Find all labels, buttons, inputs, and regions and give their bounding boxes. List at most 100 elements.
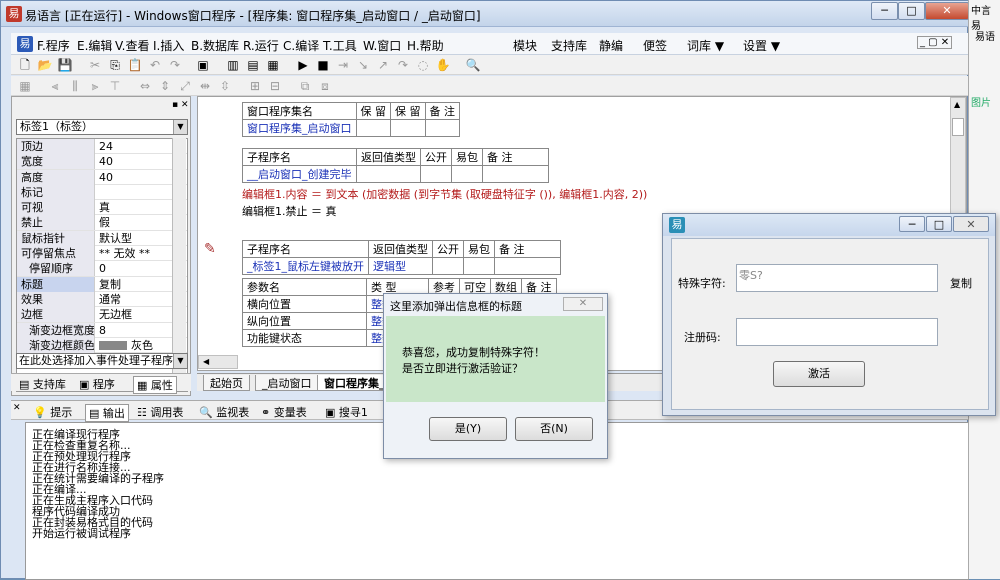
split-icon[interactable]: ▤ <box>245 57 261 73</box>
property-row[interactable]: 禁止假 <box>17 215 187 231</box>
breakpoint-icon[interactable]: ◌ <box>415 57 431 73</box>
property-value[interactable]: ** 无效 ** <box>99 246 150 261</box>
param-name[interactable]: 横向位置 <box>242 295 367 313</box>
center-h-icon[interactable]: ⊞ <box>247 78 263 94</box>
save-icon[interactable]: 💾 <box>57 57 73 73</box>
minimize-button[interactable]: ─ <box>871 2 898 20</box>
menu-window[interactable]: W.窗口 <box>363 37 401 54</box>
property-value[interactable]: 复制 <box>99 277 121 292</box>
tab-start-page[interactable]: 起始页 <box>203 375 250 391</box>
same-height-icon[interactable]: ⇕ <box>157 78 173 94</box>
stop-icon[interactable]: ■ <box>315 57 331 73</box>
menu-program[interactable]: F.程序 <box>37 37 70 54</box>
menu-run[interactable]: R.运行 <box>243 37 279 54</box>
tab-program[interactable]: ▣ 程序 <box>79 376 115 392</box>
message-box-close-button[interactable]: ✕ <box>563 297 603 311</box>
special-char-field[interactable]: 零S? <box>736 264 938 292</box>
copy-label[interactable]: 复制 <box>950 275 972 291</box>
center-v-icon[interactable]: ⊟ <box>267 78 283 94</box>
property-value[interactable]: 灰色 <box>131 338 153 353</box>
step-out-icon[interactable]: ↗ <box>375 57 391 73</box>
table-cell[interactable] <box>420 165 452 183</box>
subroutine-name[interactable]: _标签1_鼠标左键被放开 <box>242 257 369 275</box>
table-cell[interactable] <box>432 257 464 275</box>
property-row[interactable]: 停留顺序 0 <box>17 261 187 277</box>
table-cell[interactable] <box>356 165 421 183</box>
new-file-icon[interactable]: 🗋 <box>17 57 33 73</box>
menu-view[interactable]: V.查看 <box>115 37 149 54</box>
layout-icon[interactable]: ▥ <box>225 57 241 73</box>
menu-lexicon[interactable]: 词库 ▼ <box>687 37 724 54</box>
tab-search[interactable]: ▣ 搜寻1 <box>325 404 368 420</box>
tab-variables[interactable]: ⚭ 变量表 <box>261 404 307 420</box>
same-width-icon[interactable]: ⇔ <box>137 78 153 94</box>
code-line-1[interactable]: 编辑框1.内容 ＝ 到文本 (加密数据 (到字节集 (取硬盘特征字 ()), 编… <box>242 186 647 202</box>
scroll-left-icon[interactable]: ◀ <box>203 357 209 366</box>
menu-support-lib[interactable]: 支持库 <box>551 37 587 54</box>
close-button[interactable]: ✕ <box>925 2 969 20</box>
assembly-name[interactable]: 窗口程序集_启动窗口 <box>242 119 357 137</box>
tab-properties[interactable]: ▦ 属性 <box>133 376 177 394</box>
panel-close-icon[interactable]: ✕ <box>13 403 21 413</box>
open-folder-icon[interactable]: 📂 <box>37 57 53 73</box>
table-cell[interactable] <box>424 119 460 137</box>
no-button[interactable]: 否(N) <box>515 417 593 441</box>
table-cell[interactable] <box>451 165 483 183</box>
property-row[interactable]: 宽度 40 <box>17 154 187 170</box>
registration-title-bar[interactable]: 易 ─ □ ✕ <box>663 214 995 236</box>
tab-call-stack[interactable]: ☷ 调用表 <box>137 404 183 420</box>
property-scrollbar[interactable] <box>172 138 186 374</box>
maximize-button[interactable]: □ <box>926 216 952 232</box>
menu-insert[interactable]: I.插入 <box>153 37 184 54</box>
app-menu-icon[interactable]: 易 <box>17 36 33 52</box>
param-name[interactable]: 纵向位置 <box>242 312 367 330</box>
editor-hscrollbar[interactable]: ◀ <box>198 355 238 369</box>
preview-icon[interactable]: ▣ <box>195 57 211 73</box>
step-in-icon[interactable]: ↘ <box>355 57 371 73</box>
chevron-down-icon[interactable]: ▼ <box>173 120 187 134</box>
scroll-thumb[interactable] <box>952 118 964 136</box>
return-type[interactable]: 逻辑型 <box>368 257 433 275</box>
minimize-button[interactable]: ─ <box>899 216 925 232</box>
property-row[interactable]: 边框 无边框 <box>17 307 187 323</box>
property-value[interactable]: 默认型 <box>99 231 132 246</box>
property-row[interactable]: 标题 复制 <box>17 276 187 292</box>
menu-static-compile[interactable]: 静编 <box>599 37 623 54</box>
copy-icon[interactable]: ⎘ <box>107 57 123 73</box>
property-value[interactable]: 假 <box>99 215 110 230</box>
menu-edit[interactable]: E.编辑 <box>77 37 112 54</box>
order-front-icon[interactable]: ⧉ <box>297 78 313 94</box>
mdi-controls[interactable]: _ ▢ ✕ <box>917 36 953 49</box>
menu-database[interactable]: B.数据库 <box>191 37 239 54</box>
tab-output[interactable]: ▤ 输出 <box>85 404 129 422</box>
hand-icon[interactable]: ✋ <box>435 57 451 73</box>
tab-hint[interactable]: 💡 提示 <box>33 404 72 420</box>
close-button[interactable]: ✕ <box>953 216 989 232</box>
paste-icon[interactable]: 📋 <box>127 57 143 73</box>
property-value[interactable]: 通常 <box>99 292 121 307</box>
registration-code-field[interactable] <box>736 318 938 346</box>
align-left-icon[interactable]: ⫷ <box>47 78 63 94</box>
tab-assembly[interactable]: 窗口程序集_ <box>317 375 392 391</box>
table-cell[interactable] <box>355 119 391 137</box>
param-name[interactable]: 功能键状态 <box>242 329 367 347</box>
align-top-icon[interactable]: ⊤ <box>107 78 123 94</box>
step-over-icon[interactable]: ↷ <box>395 57 411 73</box>
same-size-icon[interactable]: ⤢ <box>177 78 193 94</box>
step-icon[interactable]: ⇥ <box>335 57 351 73</box>
maximize-button[interactable]: □ <box>898 2 925 20</box>
title-bar[interactable]: 易 易语言 [正在运行] - Windows窗口程序 - [程序集: 窗口程序集… <box>1 1 969 27</box>
panel-icon[interactable]: ▦ <box>265 57 281 73</box>
property-row[interactable]: 渐变边框宽度 8 <box>17 322 187 338</box>
property-row[interactable]: 效果 通常 <box>17 291 187 308</box>
tab-watch[interactable]: 🔍 监视表 <box>199 404 249 420</box>
space-v-icon[interactable]: ⇳ <box>217 78 233 94</box>
activate-button[interactable]: 激活 <box>773 361 865 387</box>
align-grid-icon[interactable]: ▦ <box>17 78 33 94</box>
menu-compile[interactable]: C.编译 <box>283 37 319 54</box>
menu-settings[interactable]: 设置 ▼ <box>743 37 780 54</box>
order-back-icon[interactable]: ⧈ <box>317 78 333 94</box>
menu-notes[interactable]: 便签 <box>643 37 667 54</box>
component-selector[interactable]: 标签1（标签） ▼ <box>16 119 188 135</box>
align-center-icon[interactable]: ⫼ <box>67 78 83 94</box>
